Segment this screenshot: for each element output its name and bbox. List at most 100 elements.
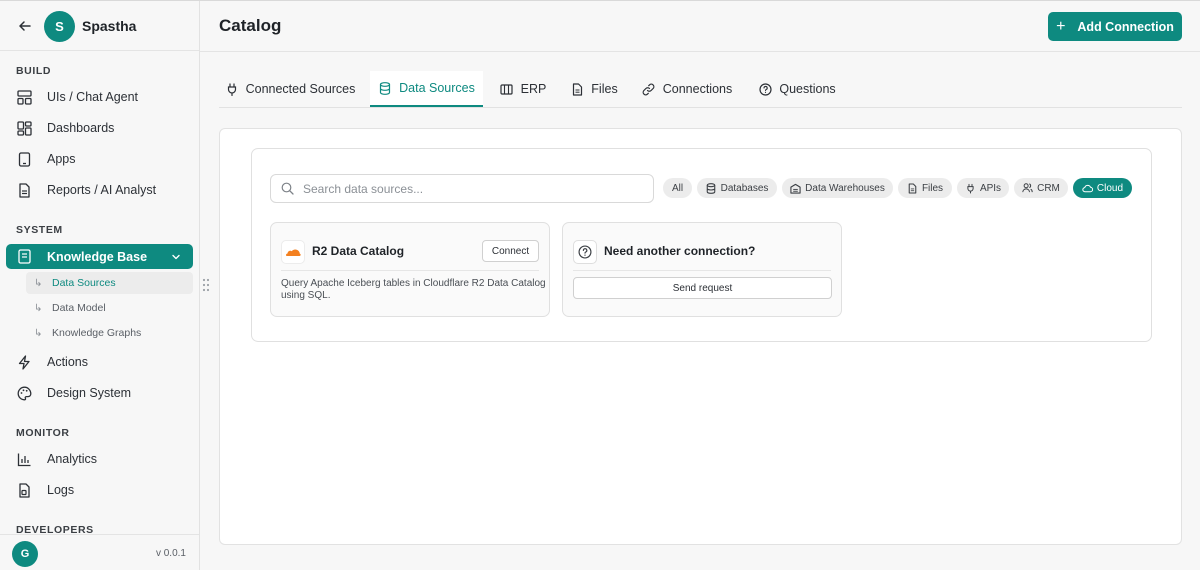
- connect-button[interactable]: Connect: [482, 240, 539, 262]
- filter-chip-cloud[interactable]: Cloud: [1073, 178, 1132, 198]
- question-icon: [758, 82, 772, 96]
- chip-label: Cloud: [1096, 182, 1124, 194]
- tab-data-sources[interactable]: Data Sources: [370, 71, 483, 107]
- filter-chip-databases[interactable]: Databases: [697, 178, 777, 198]
- tab-files[interactable]: Files: [563, 71, 625, 107]
- dashboard-grid-icon: [16, 120, 32, 136]
- sidebar-subitem-label: Data Model: [52, 302, 106, 314]
- sidebar-item-logs[interactable]: Logs: [6, 477, 193, 503]
- card-title: Need another connection?: [604, 244, 756, 258]
- request-connection-card: Need another connection? Send request: [562, 222, 842, 317]
- card-description: Query Apache Iceberg tables in Cloudflar…: [281, 278, 546, 301]
- layout-icon: [16, 89, 32, 105]
- page-title: Catalog: [219, 16, 282, 35]
- org-name[interactable]: Spastha: [82, 18, 136, 34]
- search-input[interactable]: [303, 181, 643, 196]
- add-connection-button[interactable]: + Add Connection: [1048, 12, 1182, 41]
- sidebar: S Spastha BUILD UIs / Chat Agent Dashboa…: [0, 1, 200, 570]
- lightning-icon: [16, 354, 32, 370]
- sidebar-item-uis-chat-agent[interactable]: UIs / Chat Agent: [6, 84, 193, 110]
- subitem-arrow-icon: ↳: [34, 302, 43, 314]
- data-sources-container: All Databases Data Warehouses Files: [251, 148, 1152, 342]
- send-request-button[interactable]: Send request: [573, 277, 832, 299]
- sidebar-item-label: Reports / AI Analyst: [47, 183, 157, 197]
- filter-chip-files[interactable]: Files: [898, 178, 952, 198]
- catalog-panel: All Databases Data Warehouses Files: [219, 128, 1182, 545]
- sidebar-item-label: UIs / Chat Agent: [47, 90, 139, 104]
- tab-erp[interactable]: ERP: [492, 71, 554, 107]
- sidebar-item-label: Actions: [47, 355, 88, 369]
- database-icon: [378, 81, 392, 95]
- users-icon: [1022, 183, 1033, 194]
- building-icon: [500, 82, 514, 96]
- resize-handle-icon[interactable]: [202, 278, 210, 292]
- sidebar-item-label: Logs: [47, 483, 75, 497]
- plug-icon: [225, 82, 239, 96]
- sidebar-item-label: Dashboards: [47, 121, 115, 135]
- tab-connections[interactable]: Connections: [637, 71, 737, 107]
- bar-chart-icon: [16, 451, 32, 467]
- plug-icon: [965, 183, 976, 194]
- plus-icon: +: [1056, 17, 1066, 35]
- report-icon: [16, 182, 32, 198]
- section-title-monitor: MONITOR: [16, 427, 70, 439]
- book-icon: [16, 249, 32, 265]
- sidebar-item-label: Knowledge Base: [47, 249, 148, 264]
- cloudflare-logo-icon: [281, 240, 305, 264]
- database-icon: [706, 182, 717, 194]
- header-divider: [200, 51, 1200, 52]
- filter-chip-data-warehouses[interactable]: Data Warehouses: [782, 178, 893, 198]
- search-icon: [281, 182, 295, 196]
- tab-bar: Connected Sources Data Sources ERP Files…: [219, 71, 1182, 108]
- chip-label: Databases: [720, 182, 769, 194]
- chip-label: All: [671, 182, 684, 194]
- sidebar-item-design-system[interactable]: Design System: [6, 380, 193, 406]
- tab-questions[interactable]: Questions: [753, 71, 841, 107]
- chip-label: Data Warehouses: [805, 182, 885, 194]
- tab-connected-sources[interactable]: Connected Sources: [219, 71, 361, 107]
- filter-chip-apis[interactable]: APIs: [957, 178, 1009, 198]
- tab-label: Files: [591, 82, 618, 96]
- search-box[interactable]: [270, 174, 654, 203]
- question-icon: [573, 240, 597, 264]
- chevron-down-icon[interactable]: [169, 250, 183, 264]
- warehouse-icon: [790, 183, 801, 194]
- tab-label: Connected Sources: [245, 82, 356, 96]
- version-label: v 0.0.1: [155, 548, 186, 559]
- subitem-arrow-icon: ↳: [34, 327, 43, 339]
- logs-icon: [16, 482, 32, 498]
- sidebar-item-apps[interactable]: Apps: [6, 146, 193, 172]
- back-arrow-icon[interactable]: [16, 17, 34, 35]
- source-card-r2[interactable]: R2 Data Catalog Connect Query Apache Ice…: [270, 222, 550, 317]
- sidebar-subitem-data-sources[interactable]: ↳ Data Sources: [26, 272, 193, 294]
- section-title-system: SYSTEM: [16, 224, 63, 236]
- tab-label: ERP: [520, 82, 547, 96]
- cloud-icon: [1082, 183, 1093, 194]
- link-icon: [642, 82, 656, 96]
- palette-icon: [16, 385, 32, 401]
- sidebar-item-analytics[interactable]: Analytics: [6, 446, 193, 472]
- app-window: S Spastha BUILD UIs / Chat Agent Dashboa…: [0, 0, 1200, 570]
- file-icon: [907, 182, 918, 194]
- sidebar-item-label: Analytics: [47, 452, 98, 466]
- chip-label: APIs: [979, 182, 1002, 194]
- chip-label: Files: [921, 182, 944, 194]
- add-connection-label: Add Connection: [1077, 19, 1174, 34]
- user-avatar[interactable]: G: [12, 541, 38, 567]
- chip-label: CRM: [1037, 182, 1060, 194]
- subitem-arrow-icon: ↳: [34, 277, 43, 289]
- sidebar-item-knowledge-base[interactable]: Knowledge Base: [6, 244, 193, 269]
- filter-chip-crm[interactable]: CRM: [1014, 178, 1068, 198]
- sidebar-subitem-knowledge-graphs[interactable]: ↳ Knowledge Graphs: [26, 322, 193, 344]
- sidebar-item-actions[interactable]: Actions: [6, 349, 193, 375]
- sidebar-item-dashboards[interactable]: Dashboards: [6, 115, 193, 141]
- tab-label: Connections: [662, 82, 733, 96]
- card-divider: [573, 270, 831, 271]
- sidebar-item-label: Apps: [47, 152, 76, 166]
- org-avatar[interactable]: S: [44, 11, 75, 42]
- sidebar-item-label: Design System: [47, 386, 132, 400]
- sidebar-item-reports-ai-analyst[interactable]: Reports / AI Analyst: [6, 177, 193, 203]
- sidebar-subitem-data-model[interactable]: ↳ Data Model: [26, 297, 193, 319]
- filter-chip-all[interactable]: All: [663, 178, 692, 198]
- sidebar-subitem-label: Knowledge Graphs: [52, 327, 142, 339]
